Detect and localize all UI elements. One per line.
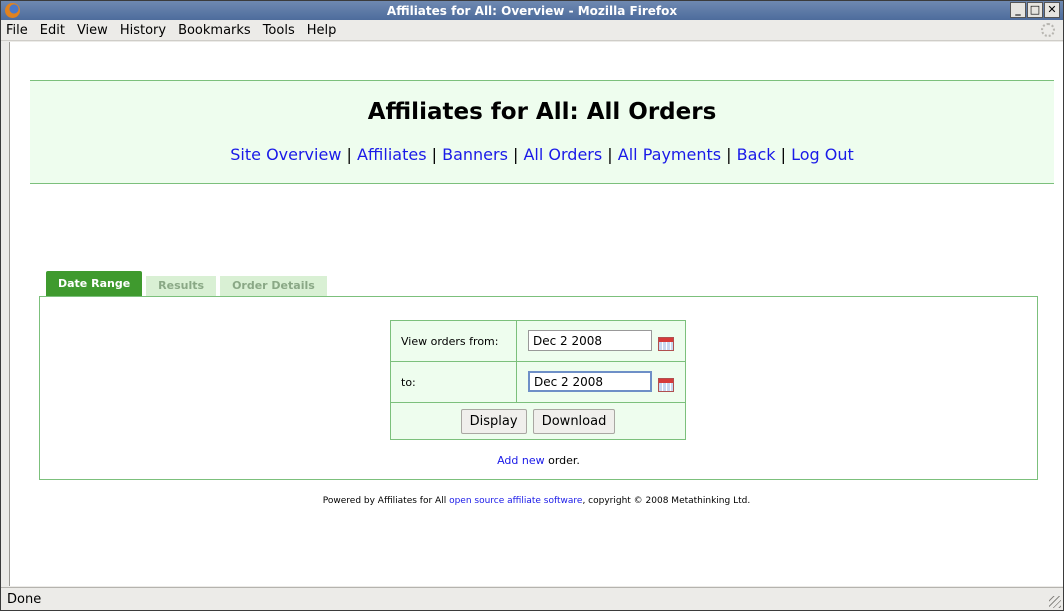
menu-tools[interactable]: Tools	[263, 23, 295, 38]
menu-bar: File Edit View History Bookmarks Tools H…	[1, 20, 1063, 41]
nav-back[interactable]: Back	[737, 145, 776, 164]
from-date-input[interactable]	[528, 330, 652, 351]
nav-affiliates[interactable]: Affiliates	[357, 145, 427, 164]
tab-order-details[interactable]: Order Details	[220, 276, 327, 296]
tab-bar: Date Range Results Order Details	[46, 271, 331, 296]
page-content: Affiliates for All: All Orders Site Over…	[9, 42, 1063, 586]
menu-bookmarks[interactable]: Bookmarks	[178, 23, 251, 38]
to-label: to:	[391, 362, 517, 402]
firefox-logo-icon[interactable]	[5, 3, 20, 18]
window-title: Affiliates for All: Overview - Mozilla F…	[386, 3, 678, 18]
date-range-panel: View orders from: to: Display Download	[39, 296, 1038, 480]
download-button[interactable]: Download	[532, 409, 616, 434]
menu-edit[interactable]: Edit	[40, 23, 65, 38]
status-text: Done	[7, 591, 42, 607]
from-row: View orders from:	[391, 321, 685, 362]
close-icon[interactable]: ✕	[1044, 2, 1060, 18]
from-label: View orders from:	[391, 321, 517, 361]
menu-file[interactable]: File	[6, 23, 28, 38]
throbber-icon	[1041, 23, 1055, 37]
status-bar: Done	[1, 587, 1063, 610]
page-title: Affiliates for All: All Orders	[367, 99, 717, 125]
browser-window: Affiliates for All: Overview - Mozilla F…	[0, 0, 1064, 611]
to-date-input[interactable]	[528, 371, 652, 392]
footer-link[interactable]: open source affiliate software	[449, 496, 582, 506]
to-calendar-icon[interactable]	[658, 377, 674, 392]
nav-log-out[interactable]: Log Out	[791, 145, 854, 164]
resize-grip-icon[interactable]	[1049, 596, 1061, 608]
page-header: Affiliates for All: All Orders Site Over…	[30, 80, 1054, 184]
nav-all-orders[interactable]: All Orders	[523, 145, 602, 164]
menu-history[interactable]: History	[120, 23, 166, 38]
nav-all-payments[interactable]: All Payments	[618, 145, 721, 164]
to-row: to:	[391, 362, 685, 403]
add-new-order: Add new order.	[40, 454, 1037, 467]
menu-help[interactable]: Help	[307, 23, 337, 38]
nav-site-overview[interactable]: Site Overview	[230, 145, 341, 164]
from-calendar-icon[interactable]	[658, 336, 674, 351]
nav-banners[interactable]: Banners	[442, 145, 508, 164]
display-button[interactable]: Display	[460, 409, 527, 434]
minimize-icon[interactable]: _	[1010, 2, 1026, 18]
main-nav: Site Overview | Affiliates | Banners | A…	[230, 145, 854, 164]
form-buttons: Display Download	[391, 403, 685, 439]
add-new-suffix: order.	[544, 454, 580, 467]
menu-view[interactable]: View	[77, 23, 108, 38]
footer-prefix: Powered by Affiliates for All	[322, 496, 450, 506]
add-new-link[interactable]: Add new	[497, 454, 545, 467]
maximize-icon[interactable]: □	[1027, 2, 1043, 18]
footer-suffix: , copyright © 2008 Metathinking Ltd.	[582, 496, 751, 506]
tab-date-range[interactable]: Date Range	[46, 271, 143, 296]
date-range-form: View orders from: to: Display Download	[390, 320, 686, 440]
title-bar: Affiliates for All: Overview - Mozilla F…	[1, 1, 1063, 20]
tab-results[interactable]: Results	[146, 276, 217, 296]
page-footer: Powered by Affiliates for All open sourc…	[10, 496, 1063, 506]
window-controls: _ □ ✕	[1010, 2, 1060, 18]
